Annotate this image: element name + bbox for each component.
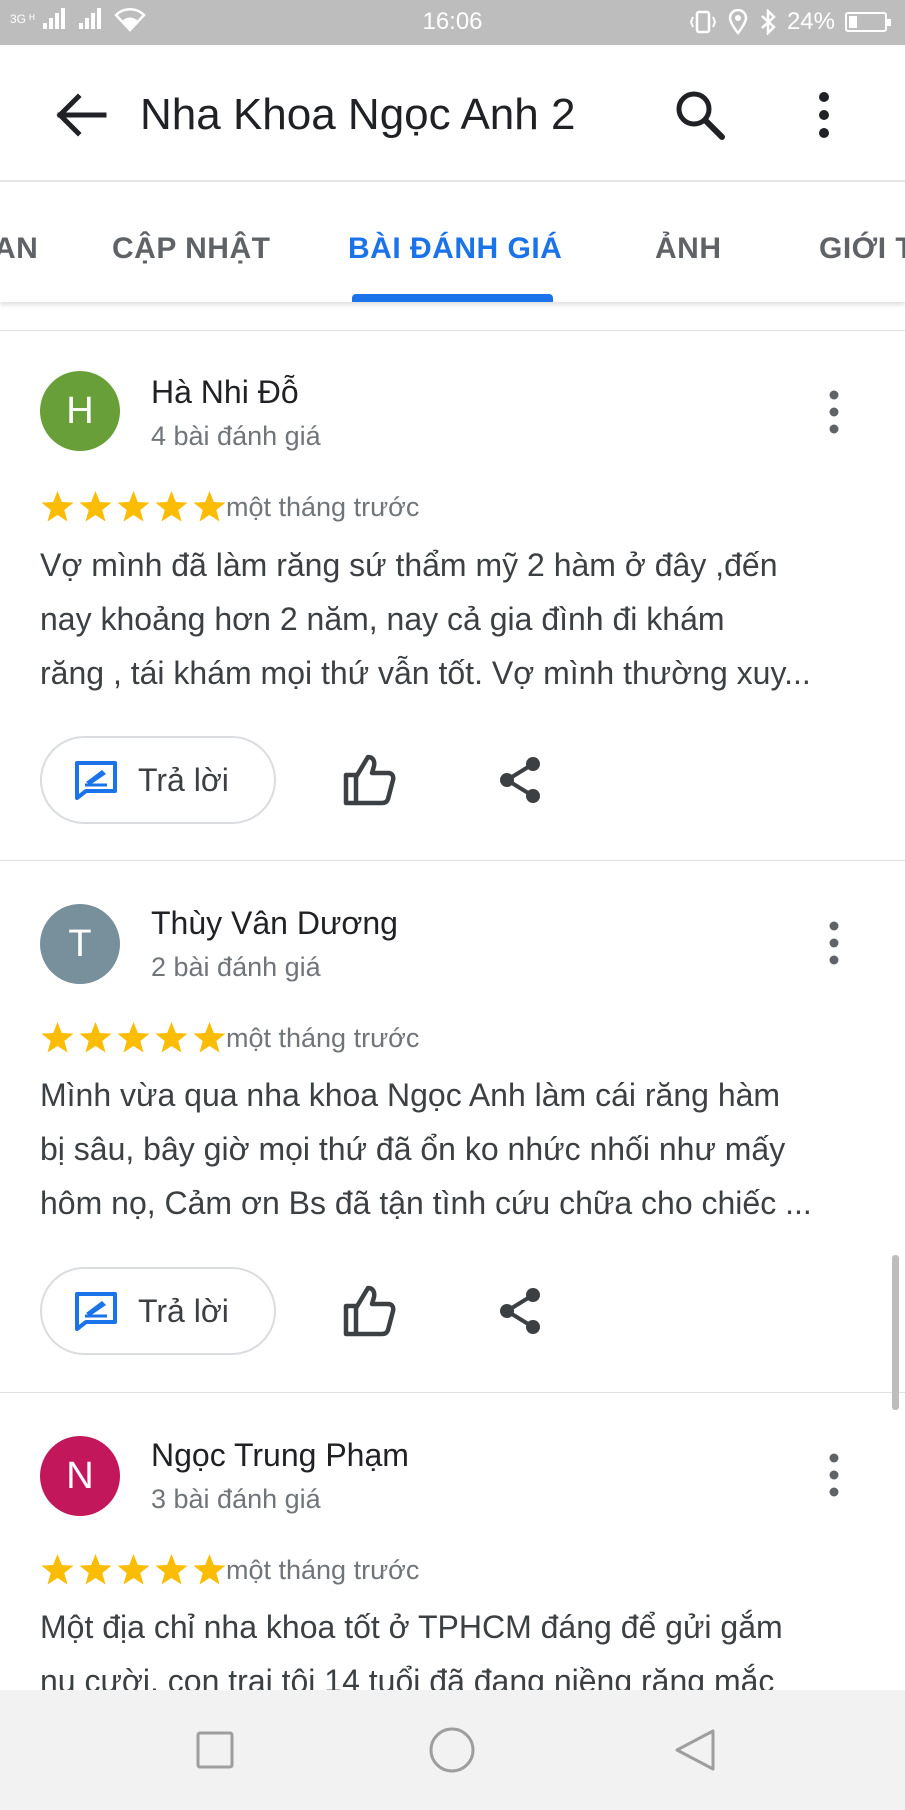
- review-text-line: nụ cười, con trai tôi 14 tuổi đã đang ni…: [40, 1663, 775, 1691]
- star-icon: [155, 491, 188, 522]
- star-icon: [41, 491, 74, 522]
- star-icon: [193, 1022, 226, 1053]
- review-card: N Ngọc Trung Phạm 3 bài đánh giá một thá…: [0, 1392, 905, 1691]
- star-icon: [193, 491, 226, 522]
- review-time: một tháng trước: [226, 492, 420, 522]
- share-icon[interactable]: [495, 1286, 545, 1336]
- star-icon: [117, 1554, 150, 1585]
- star-icon: [155, 1022, 188, 1053]
- star-icon: [41, 1022, 74, 1053]
- review-card: T Thùy Vân Dương 2 bài đánh giá một thán…: [0, 860, 905, 1393]
- search-icon[interactable]: [674, 89, 726, 141]
- reply-label: Trả lời: [138, 761, 229, 798]
- review-text-line: Một địa chỉ nha khoa tốt ở TPHCM đáng để…: [40, 1609, 783, 1645]
- review-text-line: Mình vừa qua nha khoa Ngọc Anh làm cái r…: [40, 1077, 781, 1113]
- more-vert-icon[interactable]: [816, 387, 852, 437]
- star-icon: [79, 1022, 112, 1053]
- bluetooth-icon: [761, 9, 776, 35]
- review-text-line: hôm nọ, Cảm ơn Bs đã tận tình cứu chữa c…: [40, 1185, 812, 1221]
- thumbs-up-icon[interactable]: [342, 753, 396, 807]
- avatar[interactable]: N: [40, 1436, 120, 1516]
- review-card: H Hà Nhi Đỗ 4 bài đánh giá một tháng trư…: [0, 330, 905, 861]
- review-text-line: bị sâu, bây giờ mọi thứ đã ổn ko nhức nh…: [40, 1131, 786, 1167]
- review-time: một tháng trước: [226, 1555, 420, 1585]
- reviewer-name[interactable]: Ngọc Trung Phạm: [151, 1437, 409, 1474]
- review-text[interactable]: Một địa chỉ nha khoa tốt ở TPHCM đáng để…: [40, 1600, 870, 1691]
- reply-icon: [75, 1292, 117, 1331]
- reply-icon: [75, 761, 117, 800]
- battery-percent: 24%: [786, 8, 835, 35]
- tab-photos[interactable]: ẢNH: [655, 232, 722, 266]
- page-title: Nha Khoa Ngọc Anh 2: [140, 90, 576, 139]
- active-tab-indicator: [352, 294, 553, 302]
- avatar[interactable]: T: [40, 904, 120, 984]
- vibrate-icon: [689, 10, 717, 34]
- tab-bar: AN CẬP NHẬT BÀI ĐÁNH GIÁ ẢNH GIỚI T: [0, 182, 905, 302]
- star-icon: [117, 1022, 150, 1053]
- review-text[interactable]: Vợ mình đã làm răng sứ thẩm mỹ 2 hàm ở đ…: [40, 538, 870, 700]
- star-rating: [40, 1553, 227, 1587]
- star-icon: [117, 491, 150, 522]
- review-text[interactable]: Mình vừa qua nha khoa Ngọc Anh làm cái r…: [40, 1068, 870, 1230]
- review-count: 3 bài đánh giá: [151, 1484, 321, 1514]
- star-icon: [193, 1554, 226, 1585]
- star-rating: [40, 490, 227, 524]
- review-text-line: nay khoảng hơn 2 năm, nay cả gia đình đi…: [40, 601, 725, 637]
- star-icon: [41, 1554, 74, 1585]
- tab-updates[interactable]: CẬP NHẬT: [112, 232, 270, 266]
- thumbs-up-icon[interactable]: [342, 1284, 396, 1338]
- review-text-line: Vợ mình đã làm răng sứ thẩm mỹ 2 hàm ở đ…: [40, 547, 778, 583]
- back-icon[interactable]: [670, 1725, 720, 1775]
- more-vert-icon[interactable]: [816, 918, 852, 968]
- star-icon: [79, 1554, 112, 1585]
- avatar[interactable]: H: [40, 371, 120, 451]
- status-bar: 3G ᴴ 16:06 24%: [0, 0, 905, 45]
- star-icon: [79, 491, 112, 522]
- system-nav-bar: [0, 1690, 905, 1810]
- reply-button[interactable]: Trả lời: [40, 736, 276, 824]
- review-count: 2 bài đánh giá: [151, 952, 321, 982]
- system-indicators: 24%: [689, 8, 891, 36]
- star-icon: [155, 1554, 188, 1585]
- star-rating: [40, 1021, 227, 1055]
- back-arrow-icon[interactable]: [52, 90, 112, 140]
- reviewer-name[interactable]: Hà Nhi Đỗ: [151, 374, 299, 411]
- app-bar: Nha Khoa Ngọc Anh 2: [0, 45, 905, 182]
- review-text-line: răng , tái khám mọi thứ vẫn tốt. Vợ mình…: [40, 655, 811, 691]
- more-vert-icon[interactable]: [806, 89, 842, 141]
- reply-button[interactable]: Trả lời: [40, 1267, 276, 1355]
- location-icon: [728, 9, 748, 35]
- review-count: 4 bài đánh giá: [151, 421, 321, 451]
- tab-about[interactable]: GIỚI T: [819, 232, 905, 266]
- review-time: một tháng trước: [226, 1023, 420, 1053]
- reviewer-name[interactable]: Thùy Vân Dương: [151, 905, 398, 942]
- share-icon[interactable]: [495, 755, 545, 805]
- recent-apps-icon[interactable]: [190, 1725, 240, 1775]
- battery-icon: [845, 12, 891, 32]
- home-icon[interactable]: [427, 1725, 477, 1775]
- more-vert-icon[interactable]: [816, 1450, 852, 1500]
- reply-label: Trả lời: [138, 1292, 229, 1329]
- tab-overview[interactable]: AN: [0, 232, 38, 266]
- tab-reviews[interactable]: BÀI ĐÁNH GIÁ: [348, 232, 562, 266]
- scrollbar[interactable]: [892, 1255, 899, 1410]
